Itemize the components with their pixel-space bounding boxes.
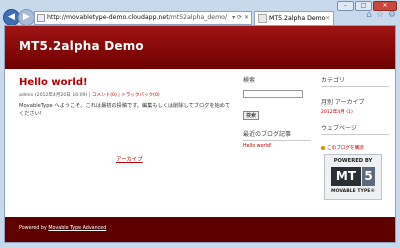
tab-title: MT5.2alpha Demo [269, 15, 326, 22]
search-heading: 検索 [243, 77, 256, 84]
movable-type-text: MOVABLE TYPE® [331, 189, 375, 194]
entry: Hello world! admin (2012年4月20日 16:09) | … [19, 77, 233, 163]
archive-link[interactable]: アーカイブ [116, 155, 143, 163]
search-button[interactable]: 検索 [243, 111, 260, 120]
footer-link[interactable]: Movable Type Advanced [48, 226, 106, 231]
address-bar[interactable]: http://movabletype-demo.cloudapp.net/mt5… [34, 11, 252, 25]
mt-logo-text: MT [331, 167, 361, 186]
powered-by-text: POWERED BY [333, 158, 373, 164]
footer-prefix: Powered by [19, 226, 47, 231]
site-footer: Powered by Movable Type Advanced [5, 217, 395, 242]
tab-favicon [258, 13, 267, 23]
entry-meta: admin (2012年4月20日 16:09) | コメント(0) | トラッ… [19, 93, 160, 98]
powered-by-badge[interactable]: POWERED BY MT 5 MOVABLE TYPE® [324, 154, 382, 200]
monthly-archive-link[interactable]: 2012年4月 (1) [321, 109, 389, 115]
recent-entries-heading: 最近のブログ記事 [243, 129, 311, 141]
entry-meta-text: admin (2012年4月20日 16:09) | [19, 93, 92, 98]
tab-close-icon[interactable]: ✕ [325, 12, 330, 26]
category-heading: カテゴリ [321, 75, 389, 87]
web-pages-heading: ウェブページ [321, 123, 389, 135]
home-icon[interactable]: ⌂ [366, 10, 372, 20]
trackbacks-link[interactable]: トラックバック(0) [121, 93, 159, 98]
page-icon [37, 14, 45, 22]
browser-window: – □ ✕ ◀ ▶ http://movabletype-demo.clouda… [0, 0, 400, 248]
site-title[interactable]: MT5.2alpha Demo [19, 39, 144, 53]
browser-tab[interactable]: MT5.2alpha Demo ✕ [254, 11, 334, 26]
site-banner: MT5.2alpha Demo [5, 26, 395, 69]
entry-body: MovableType へようこそ。これは最初の投稿です。編集もしくは削除してブ… [19, 103, 231, 117]
toolbar-icons: ⌂ ☆ ⚙ [366, 10, 396, 20]
footer-text: Powered by Movable Type Advanced [19, 226, 106, 231]
page-viewport: MT5.2alpha Demo Hello world! admin (2012… [4, 25, 396, 243]
search-input[interactable] [243, 90, 303, 98]
url-path: /mt52alpha_demo/ [168, 14, 227, 21]
sidebar-column-2: カテゴリ 月別 アーカイブ 2012年4月 (1) ウェブページ このブログを購… [321, 75, 389, 151]
mt-version-number: 5 [362, 167, 375, 186]
comments-link[interactable]: コメント(0) [92, 93, 117, 98]
subscribe-link[interactable]: このブログを購読 [321, 145, 389, 151]
recent-entry-link[interactable]: Hello world! [243, 144, 311, 149]
subscribe-label: このブログを購読 [327, 146, 364, 151]
feed-icon [321, 145, 325, 150]
address-tools[interactable]: ▾ ⟳ ✕ [232, 12, 249, 24]
favorites-star-icon[interactable]: ☆ [376, 10, 384, 20]
sidebar-column-1: 検索 検索 最近のブログ記事 Hello world! [243, 75, 311, 149]
monthly-archive-heading: 月別 アーカイブ [321, 99, 365, 106]
settings-gear-icon[interactable]: ⚙ [388, 10, 396, 20]
forward-button[interactable]: ▶ [18, 9, 35, 26]
navigation-bar: ◀ ▶ http://movabletype-demo.cloudapp.net… [0, 9, 400, 26]
entry-title[interactable]: Hello world! [19, 77, 233, 88]
url-host: http://movabletype-demo.cloudapp.net [47, 14, 169, 21]
